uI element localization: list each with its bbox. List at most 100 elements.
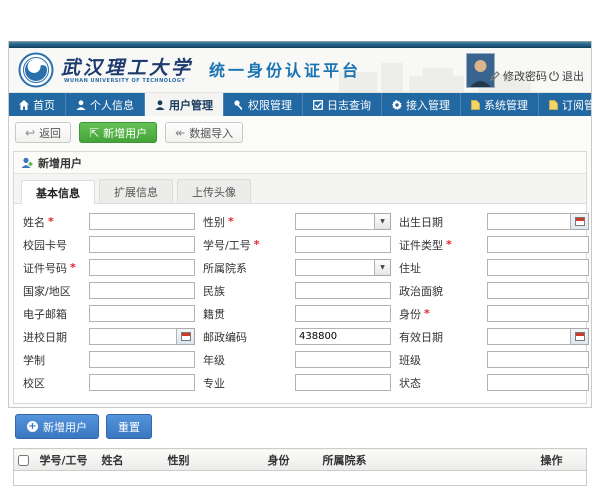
export-icon: ⇱ [89,127,99,139]
calendar-icon[interactable] [571,328,589,345]
field-18-input[interactable] [89,351,195,368]
submit-add-user-button[interactable]: + 新增用户 [15,414,99,439]
nav-item-user-management[interactable]: 用户管理 [145,93,224,116]
field-13-input[interactable] [295,305,391,322]
field-21-input[interactable] [89,374,195,391]
nav-item-subscription[interactable]: 订阅管理 [539,93,600,116]
field-5-input[interactable] [487,236,589,253]
chevron-down-icon[interactable]: ▼ [375,213,391,230]
calendar-icon[interactable] [177,328,195,345]
required-asterisk: * [424,307,430,320]
field-3-control [89,236,195,253]
field-17-label: 有效日期 [399,329,479,345]
required-asterisk: * [48,215,54,228]
calendar-icon[interactable] [571,213,589,230]
field-15-label: 进校日期 [23,329,81,345]
field-12-label: 电子邮箱 [23,306,81,322]
field-9-label: 国家/地区 [23,283,81,299]
platform-title: 统一身份认证平台 [209,57,361,81]
panel-title: 新增用户 [14,152,586,174]
col-gender: 性别 [164,449,264,471]
reset-button[interactable]: 重置 [106,414,152,439]
back-button[interactable]: ↩ 返回 [15,122,71,143]
field-19-control [295,351,391,368]
document-icon [471,100,480,110]
logout-label: 退出 [562,68,584,84]
import-arrow-icon: ↞ [175,127,185,139]
field-0-control [89,213,195,230]
nav-item-system[interactable]: 系统管理 [461,93,539,116]
field-19-input[interactable] [295,351,391,368]
nav-item-profile[interactable]: 个人信息 [66,93,145,116]
tab-basic-info[interactable]: 基本信息 [21,180,95,204]
logout-link[interactable]: 退出 [549,68,584,84]
app-window: 武汉理工大学 WUHAN UNIVERSITY OF TECHNOLOGY 统一… [8,41,592,408]
field-11-input[interactable] [487,282,589,299]
field-14-input[interactable] [487,305,589,322]
field-10-input[interactable] [295,282,391,299]
col-identity: 身份 [264,449,319,471]
field-14-control [487,305,589,322]
field-17-input[interactable] [487,328,571,345]
required-asterisk: * [254,238,260,251]
field-3-label: 校园卡号 [23,237,81,253]
main-nav: 首页 个人信息 用户管理 权限管理 日志查询 接入管理 系统管理 订阅管理 [9,93,591,116]
field-1-control: ▼ [295,213,391,230]
user-icon [76,100,86,110]
field-9-input[interactable] [89,282,195,299]
field-13-label: 籍贯 [203,306,287,322]
field-6-label: 证件号码* [23,260,81,276]
plus-circle-icon: + [27,421,38,432]
form-tabs: 基本信息 扩展信息 上传头像 [14,174,586,204]
field-12-input[interactable] [89,305,195,322]
field-15-input[interactable] [89,328,177,345]
field-0-input[interactable] [89,213,195,230]
field-7-label: 所属院系 [203,260,287,276]
field-22-control [295,374,391,391]
nav-item-access[interactable]: 接入管理 [382,93,461,116]
field-8-input[interactable] [487,259,589,276]
tab-upload-avatar[interactable]: 上传头像 [177,179,251,203]
nav-item-permissions[interactable]: 权限管理 [224,93,303,116]
field-21-label: 校区 [23,375,81,391]
col-name: 姓名 [98,449,164,471]
nav-item-home[interactable]: 首页 [9,93,66,116]
top-accent-bar [9,41,591,48]
users-icon [155,100,165,110]
field-15-control [89,328,195,345]
field-3-input[interactable] [89,236,195,253]
field-21-control [89,374,195,391]
field-23-control [487,374,589,391]
col-actions: 操作 [537,449,587,471]
field-1-input[interactable] [295,213,375,230]
data-import-button[interactable]: ↞ 数据导入 [165,122,243,143]
user-table: 学号/工号 姓名 性别 身份 所属院系 操作 [13,448,587,486]
field-10-label: 民族 [203,283,287,299]
field-7-control: ▼ [295,259,391,276]
col-student-id: 学号/工号 [36,449,98,471]
field-22-input[interactable] [295,374,391,391]
field-19-label: 年级 [203,352,287,368]
chevron-down-icon[interactable]: ▼ [375,259,391,276]
field-7-input[interactable] [295,259,375,276]
field-2-label: 出生日期 [399,214,479,230]
field-23-input[interactable] [487,374,589,391]
field-16-label: 邮政编码 [203,329,287,345]
select-all-checkbox[interactable] [18,455,29,466]
field-20-input[interactable] [487,351,589,368]
field-4-label: 学号/工号* [203,237,287,253]
field-4-control [295,236,391,253]
field-6-input[interactable] [89,259,195,276]
field-2-input[interactable] [487,213,571,230]
table-header-row: 学号/工号 姓名 性别 身份 所属院系 操作 [14,449,587,471]
field-12-control [89,305,195,322]
change-password-link[interactable]: 修改密码 [490,68,547,84]
pencil-icon [490,71,500,81]
tab-extended-info[interactable]: 扩展信息 [99,179,173,203]
university-name-english: WUHAN UNIVERSITY OF TECHNOLOGY [64,78,185,84]
field-4-input[interactable] [295,236,391,253]
add-user-toolbar-button[interactable]: ⇱ 新增用户 [79,122,157,143]
field-2-control [487,213,589,230]
nav-item-logs[interactable]: 日志查询 [303,93,382,116]
field-16-input[interactable] [295,328,391,345]
